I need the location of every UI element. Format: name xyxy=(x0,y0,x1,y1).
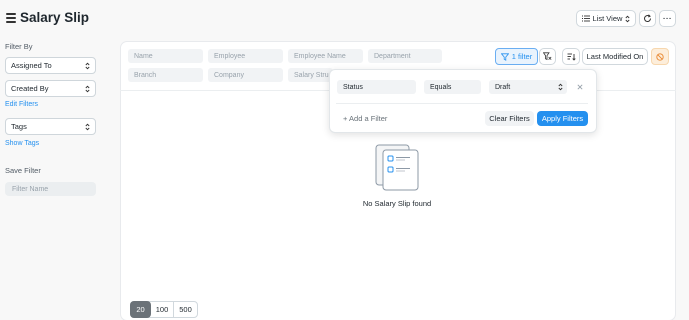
clear-filter-button[interactable] xyxy=(539,48,556,65)
sort-order-button[interactable] xyxy=(562,48,580,65)
assigned-to-label: Assigned To xyxy=(11,61,52,70)
ban-icon xyxy=(656,52,664,61)
sort-by-button[interactable]: Last Modified On xyxy=(582,48,648,65)
page-length-20-button[interactable]: 20 xyxy=(130,301,151,318)
employee-name-filter-input[interactable]: Employee Name xyxy=(288,49,363,63)
apply-filters-button[interactable]: Apply Filters xyxy=(537,111,588,126)
like-filter-button[interactable] xyxy=(651,48,669,65)
empty-list-icon xyxy=(375,144,419,191)
clear-filters-button[interactable]: Clear Filters xyxy=(485,111,534,126)
menu-icon[interactable] xyxy=(6,13,16,23)
refresh-button[interactable] xyxy=(639,10,656,27)
tags-label: Tags xyxy=(11,122,27,131)
list-view-label: List View xyxy=(592,14,623,23)
filter-field-select[interactable]: Status xyxy=(337,80,416,94)
updown-chevron-icon xyxy=(558,83,563,91)
filter-name-input[interactable]: Filter Name xyxy=(5,182,96,196)
filter-condition-select[interactable]: Equals xyxy=(424,80,481,94)
updown-chevron-icon xyxy=(85,85,90,92)
updown-chevron-icon xyxy=(85,123,90,130)
filter-by-label: Filter By xyxy=(5,42,33,51)
filter-button[interactable]: 1 filter xyxy=(495,48,538,65)
department-filter-input[interactable]: Department xyxy=(368,49,442,63)
list-icon xyxy=(581,15,590,22)
name-filter-input[interactable]: Name xyxy=(128,49,203,63)
page-title: Salary Slip xyxy=(20,10,90,25)
branch-filter-input[interactable]: Branch xyxy=(128,68,203,82)
filter-x-icon xyxy=(543,52,552,61)
page-length-500-button[interactable]: 500 xyxy=(174,301,197,318)
show-tags-link[interactable]: Show Tags xyxy=(5,140,39,147)
list-view-button[interactable]: List View xyxy=(576,10,636,27)
created-by-select[interactable]: Created By xyxy=(5,80,96,97)
updown-chevron-icon xyxy=(85,62,90,69)
remove-filter-icon[interactable] xyxy=(577,84,583,90)
popover-divider xyxy=(336,103,588,104)
save-filter-label: Save Filter xyxy=(5,166,41,175)
filter-value-label: Draft xyxy=(495,83,511,91)
add-filter-link[interactable]: + Add a Filter xyxy=(343,114,387,123)
filter-value-select[interactable]: Draft xyxy=(489,80,567,94)
edit-filters-link[interactable]: Edit Filters xyxy=(5,101,38,108)
updown-chevron-icon xyxy=(625,15,630,22)
company-filter-input[interactable]: Company xyxy=(208,68,283,82)
more-button[interactable]: ··· xyxy=(659,10,676,27)
assigned-to-select[interactable]: Assigned To xyxy=(5,57,96,74)
empty-state-message: No Salary Slip found xyxy=(362,199,432,208)
filter-icon xyxy=(500,52,509,61)
sort-icon xyxy=(567,53,576,61)
created-by-label: Created By xyxy=(11,84,49,93)
employee-filter-input[interactable]: Employee xyxy=(208,49,283,63)
page-length-100-button[interactable]: 100 xyxy=(151,301,174,318)
filter-count-label: 1 filter xyxy=(511,52,533,61)
refresh-icon xyxy=(644,14,651,22)
tags-select[interactable]: Tags xyxy=(5,118,96,135)
salary-structure-filter-input[interactable]: Salary Structure xyxy=(288,68,333,82)
